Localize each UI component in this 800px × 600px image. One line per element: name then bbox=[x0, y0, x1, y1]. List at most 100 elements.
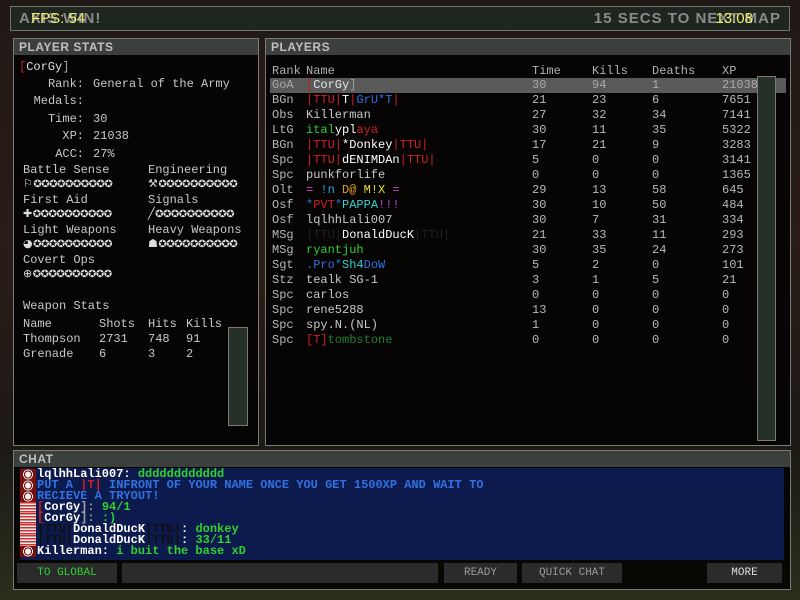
name-segment: = bbox=[385, 183, 400, 197]
player-name: punkforlife bbox=[306, 168, 385, 183]
skill-star-icon: ✪ bbox=[229, 179, 238, 190]
weapon-stats-scrollbar[interactable] bbox=[228, 327, 248, 426]
skill-name: Signals bbox=[148, 193, 199, 207]
skill-star-icon: ✪ bbox=[182, 239, 190, 250]
player-row[interactable]: Spc punkforlife 0 0 0 1365 bbox=[270, 168, 786, 183]
player-row[interactable]: BGn |TTU|*Donkey|TTU| 17 21 9 3283 bbox=[270, 138, 786, 153]
player-rank: Stz bbox=[272, 273, 294, 287]
skill-star-icon: ✪ bbox=[205, 239, 214, 250]
player-deaths: 5 bbox=[652, 273, 660, 287]
player-xp: 293 bbox=[722, 228, 744, 242]
chat-input[interactable] bbox=[122, 563, 438, 583]
skill-star-icon: ✪ bbox=[95, 209, 104, 220]
player-row[interactable]: Osf lqlhhLali007 30 7 31 334 bbox=[270, 213, 786, 228]
name-segment: ypl bbox=[334, 123, 357, 137]
player-row[interactable]: GoA [CorGy] 30 94 1 21038 bbox=[270, 78, 786, 93]
player-rank: Spc bbox=[272, 153, 294, 167]
name-segment: Sh4 bbox=[342, 258, 364, 272]
player-name: carlos bbox=[306, 288, 349, 303]
player-name: .Pro*Sh4DoW bbox=[306, 258, 385, 273]
player-time: 13 bbox=[532, 303, 547, 317]
player-row[interactable]: Sgt .Pro*Sh4DoW 5 2 0 101 bbox=[270, 258, 786, 273]
skill-star-icon: ✪ bbox=[80, 179, 89, 190]
name-segment: DoW bbox=[363, 258, 386, 272]
more-button[interactable]: MORE bbox=[707, 563, 782, 583]
player-row[interactable]: Obs Killerman 27 32 34 7141 bbox=[270, 108, 786, 123]
skill-star-icon: ✪ bbox=[155, 209, 164, 220]
player-rank: LtG bbox=[272, 123, 294, 137]
player-time: 30 bbox=[532, 123, 547, 137]
player-time: 0 bbox=[532, 288, 540, 302]
name-segment: PVT bbox=[313, 198, 335, 212]
player-row[interactable]: Osf *PVT*PAPPA!!! 30 10 50 484 bbox=[270, 198, 786, 213]
name-segment: |TTU| bbox=[414, 228, 451, 242]
name-segment: carlos bbox=[306, 288, 350, 302]
quick-chat-button[interactable]: QUICK CHAT bbox=[522, 563, 622, 583]
player-xp: 7141 bbox=[722, 108, 751, 122]
skill-name: Battle Sense bbox=[23, 163, 110, 177]
player-row[interactable]: MSg ryantjuh 30 35 24 273 bbox=[270, 243, 786, 258]
players-column-header: Name bbox=[306, 64, 335, 78]
player-deaths: 31 bbox=[652, 213, 667, 227]
name-segment: D@ bbox=[342, 183, 364, 197]
skill-level-light-weapons: ◕✪✪✪✪✪✪✪✪✪✪ bbox=[23, 237, 113, 252]
player-time: 21 bbox=[532, 228, 547, 242]
player-kills: 0 bbox=[592, 288, 600, 302]
player-row[interactable]: LtG italyplaya 30 11 35 5322 bbox=[270, 123, 786, 138]
skill-star-icon: ✪ bbox=[166, 179, 175, 190]
skill-star-icon: ✪ bbox=[64, 179, 73, 190]
player-row[interactable]: Spc rene5288 13 0 0 0 bbox=[270, 303, 786, 318]
name-segment: spy.N.(NL) bbox=[306, 318, 379, 332]
player-row[interactable]: Spc |TTU|dENIMDAn|TTU| 5 0 0 3141 bbox=[270, 153, 786, 168]
axis-team-icon bbox=[20, 491, 36, 502]
skill-star-icon: ✪ bbox=[64, 239, 73, 250]
player-row[interactable]: Olt = !n D@ M!X = 29 13 58 645 bbox=[270, 183, 786, 198]
skill-star-icon: ✪ bbox=[163, 209, 171, 220]
player-rank: Spc bbox=[272, 318, 294, 332]
player-row[interactable]: Spc carlos 0 0 0 0 bbox=[270, 288, 786, 303]
player-deaths: 0 bbox=[652, 153, 660, 167]
players-scrollbar[interactable] bbox=[757, 76, 776, 441]
weapon-stats-header: Hits bbox=[148, 317, 177, 331]
player-xp: 484 bbox=[722, 198, 744, 212]
player-row[interactable]: MSg |TTU|DonaldDucK|TTU| 21 33 11 293 bbox=[270, 228, 786, 243]
player-xp: 0 bbox=[722, 318, 730, 332]
chat-title: CHAT bbox=[14, 451, 790, 467]
skill-star-icon: ✪ bbox=[95, 269, 104, 280]
player-kills: 0 bbox=[592, 318, 600, 332]
player-kills: 11 bbox=[592, 123, 607, 137]
players-column-header: Kills bbox=[592, 64, 629, 78]
player-deaths: 0 bbox=[652, 288, 660, 302]
player-row[interactable]: BGn |TTU|T|GrU*T| 21 23 6 7651 bbox=[270, 93, 786, 108]
player-xp: 273 bbox=[722, 243, 744, 257]
player-name: *PVT*PAPPA!!! bbox=[306, 198, 400, 213]
player-kills: 33 bbox=[592, 228, 607, 242]
player-row[interactable]: Spc [T]tombstone 0 0 0 0 bbox=[270, 333, 786, 348]
allies-flag-icon bbox=[20, 535, 36, 546]
to-global-button[interactable]: TO GLOBAL bbox=[17, 563, 117, 583]
player-name: [CorGy] bbox=[306, 78, 356, 93]
name-segment: |TTU| bbox=[306, 228, 343, 242]
allies-flag-icon bbox=[20, 513, 36, 524]
player-name: = !n D@ M!X = bbox=[306, 183, 400, 198]
players-column-header: XP bbox=[722, 64, 737, 78]
skill-star-icon: ✪ bbox=[174, 179, 183, 190]
signals-icon: ╱ bbox=[148, 207, 155, 220]
player-kills: 32 bbox=[592, 108, 607, 122]
player-row[interactable]: Stz tealk SG-1 3 1 5 21 bbox=[270, 273, 786, 288]
player-row[interactable]: Spc spy.N.(NL) 1 0 0 0 bbox=[270, 318, 786, 333]
player-rank: MSg bbox=[272, 243, 294, 257]
player-time: 27 bbox=[532, 108, 547, 122]
ready-button[interactable]: READY bbox=[444, 563, 517, 583]
stat-label: XP: bbox=[62, 129, 84, 143]
skill-name: Light Weapons bbox=[23, 223, 117, 237]
player-xp: 3141 bbox=[722, 153, 751, 167]
name-segment: Killerman: bbox=[37, 544, 117, 558]
skill-star-icon: ✪ bbox=[189, 239, 198, 250]
skill-star-icon: ✪ bbox=[170, 209, 179, 220]
skill-star-icon: ✪ bbox=[205, 179, 214, 190]
skill-star-icon: ✪ bbox=[48, 239, 57, 250]
player-name: [T]tombstone bbox=[306, 333, 392, 348]
player-time: 3 bbox=[532, 273, 540, 287]
name-segment: Killerman bbox=[306, 108, 371, 122]
